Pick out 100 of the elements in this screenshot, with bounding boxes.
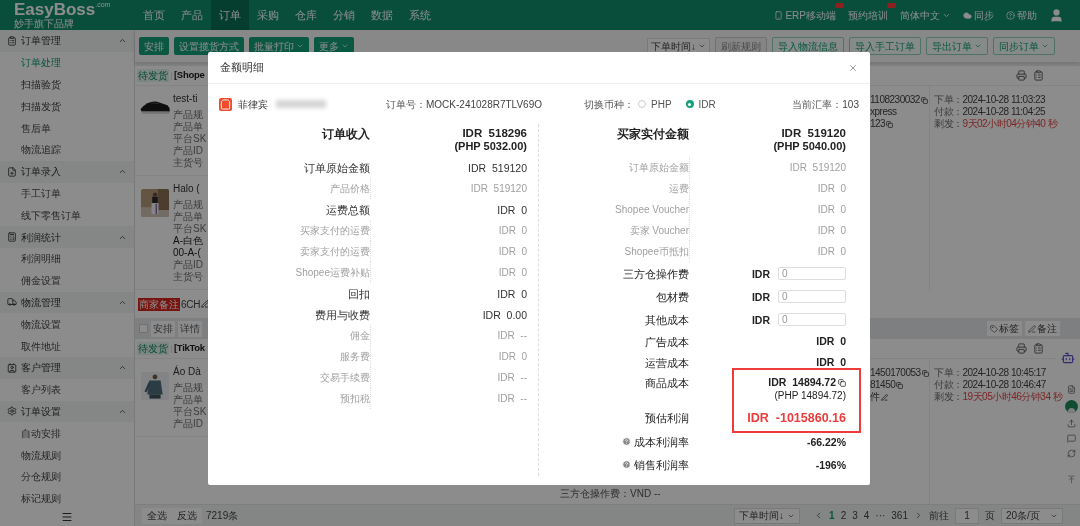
product-detail: 主货号 [173,271,204,283]
toolbar-button[interactable]: 导出订单 [926,37,988,55]
ratio-label: 成本利润率 [634,434,689,449]
product-title[interactable]: test-ti [173,93,207,105]
clipboard-icon[interactable] [1033,70,1044,81]
sidebar-item[interactable]: 标记规则 [0,487,134,510]
order-number-label: 订单号： [386,97,426,112]
sidebar-item[interactable]: 分仓规则 [0,465,134,488]
nav-link[interactable]: 简体中文 [900,7,951,23]
order-count: 7219条 [206,509,239,523]
nav-link[interactable]: ERP移动端 [774,7,836,23]
cost-input[interactable]: 0 [778,267,846,280]
copy-icon[interactable] [920,96,928,104]
product-title[interactable]: Halo ( [173,183,207,195]
sidebar-group[interactable]: 订单设置 [0,400,134,423]
platform-label: [Shope [174,68,205,83]
currency-radio[interactable]: IDR [685,96,716,112]
sidebar-group[interactable]: 物流管理 [0,291,134,314]
help-icon[interactable] [622,437,631,446]
nav-tab[interactable]: 系统 [401,0,439,30]
time-value: 2024-10-28 11:04:25 [962,106,1046,118]
upload-icon[interactable] [1066,419,1076,428]
sidebar-item[interactable]: 售后单 [0,117,134,139]
help-icon[interactable] [622,460,631,469]
cost-label: 三方仓操作费 [623,266,689,281]
row-checkbox[interactable] [139,324,148,333]
shop-region: 菲律宾 [238,97,268,112]
nav-tab[interactable]: 分销 [325,0,363,30]
message-icon[interactable] [1066,434,1076,443]
sidebar-item[interactable]: 物流设置 [0,313,134,336]
invert-selection-button[interactable]: 反选 [172,507,202,524]
product-title[interactable]: Áo Dà [173,366,207,378]
fee-text: 三方仓操作费：VND -- [560,488,662,500]
page-link[interactable]: ··· [875,508,886,523]
nav-tab[interactable]: 仓库 [287,0,325,30]
converted-amount: (PHP 5032.00) [454,140,527,153]
action-button[interactable]: 安排 [151,320,175,337]
toolbar-button[interactable]: 导入手工订单 [849,37,921,55]
sidebar-item[interactable]: 物流追踪 [0,139,134,161]
copy-icon[interactable] [886,120,894,128]
detail-label: Shopee Voucher [615,202,689,217]
sort-select[interactable]: 下单时间↓ [734,507,801,524]
order-info: 81450 [870,379,896,391]
tag-button[interactable]: 备注 [1025,321,1060,336]
refresh-icon[interactable] [1066,449,1076,458]
nav-tab[interactable]: 采购 [249,0,287,30]
sidebar-item[interactable]: 自动安排 [0,422,134,445]
sidebar-group[interactable]: 订单录入 [0,160,134,183]
sidebar-item[interactable]: 佣金设置 [0,269,134,292]
toolbar-button[interactable]: 安排 [139,37,169,55]
copy-icon[interactable] [921,369,929,377]
amount-label: 订单原始金额 [304,160,370,175]
select-all-button[interactable]: 全选 [142,507,172,524]
page-link[interactable]: 361 [891,508,908,523]
nav-tab[interactable]: 产品 [173,0,211,30]
print-icon[interactable] [1016,343,1027,354]
clipboard-icon[interactable] [1033,343,1044,354]
sidebar-group[interactable]: 客户管理 [0,356,134,379]
sidebar-group[interactable]: 订单管理 [0,30,134,52]
currency-radio[interactable]: PHP [638,96,672,112]
nav-link[interactable]: 同步 [963,7,994,23]
print-icon[interactable] [1016,70,1027,81]
toolbar-button[interactable]: 同步订单 [993,37,1055,55]
nav-tab[interactable]: 首页 [135,0,173,30]
action-button[interactable]: 详情 [178,320,202,337]
nav-tab[interactable]: 订单 [211,0,249,30]
sidebar-item[interactable]: 物流规则 [0,444,134,466]
avatar[interactable] [1064,400,1078,413]
currency-label: IDR [751,266,770,281]
sidebar-item[interactable]: 扫描验货 [0,73,134,96]
document-icon[interactable] [1066,385,1076,394]
amount-value: IDR 0 [497,202,527,217]
nav-link[interactable]: 预约培训 [848,7,888,23]
cost-input[interactable]: 0 [778,313,846,326]
sidebar-item[interactable]: 扫描发货 [0,95,134,118]
close-icon[interactable] [848,62,858,73]
page-link[interactable]: 2 [840,508,847,523]
user-icon[interactable] [1049,7,1064,23]
copy-icon[interactable] [838,378,846,387]
menu-icon[interactable] [61,510,73,523]
exchange-rate: 103 [842,97,859,112]
page-size-select[interactable]: 20条/页 [1001,507,1063,524]
page-input[interactable]: 1 [955,507,979,524]
sidebar-item[interactable]: 取件地址 [0,335,134,357]
sidebar-group[interactable]: 利润统计 [0,226,134,248]
tag-button[interactable]: 标签 [987,321,1022,336]
copy-icon[interactable] [896,381,904,389]
detail-value: IDR 0 [817,223,846,238]
page-link[interactable]: 4 [863,508,870,523]
product-detail: 平台SK [173,133,207,145]
order-number: MOCK-241028R7TLV69O [426,97,542,112]
page-link[interactable]: 3 [852,508,858,523]
pen-icon[interactable] [201,300,210,308]
nav-tab[interactable]: 数据 [363,0,401,30]
next-page-icon[interactable] [914,511,923,520]
cost-label: 广告成本 [645,334,689,349]
cost-label: 其他成本 [645,312,689,327]
cost-input[interactable]: 0 [778,290,846,303]
toolbar-button[interactable]: 设置揽货方式 [174,37,244,55]
nav-link[interactable]: 帮助 [1006,7,1037,23]
